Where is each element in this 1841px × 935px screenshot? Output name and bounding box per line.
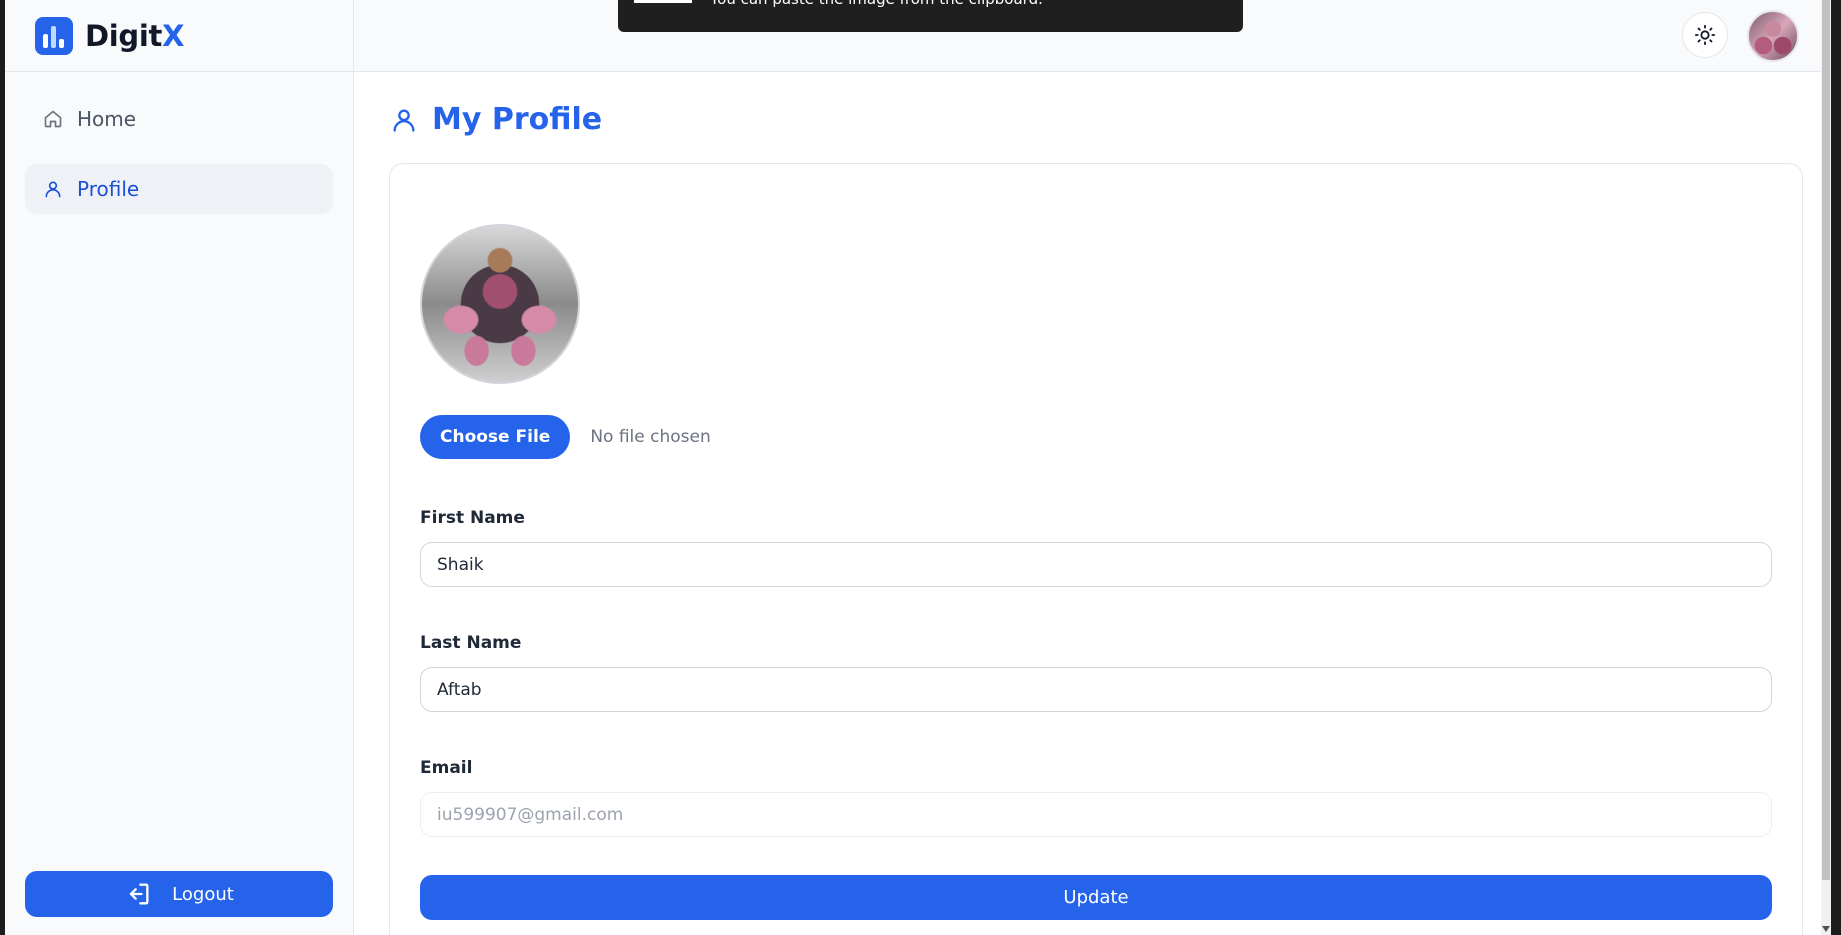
toast-message: You can paste the image from the clipboa… (710, 0, 1043, 8)
page-title: My Profile (390, 102, 602, 137)
profile-card: Choose File No file chosen First Name La… (389, 163, 1803, 935)
app-window: DigitX Home Profile Logout My Profile Ch… (5, 0, 1831, 935)
sidebar-item-profile[interactable]: Profile (25, 164, 333, 214)
user-icon (393, 109, 415, 132)
sidebar: DigitX Home Profile Logout (5, 0, 354, 935)
last-name-label: Last Name (420, 633, 522, 653)
profile-photo (420, 224, 580, 384)
scroll-down-arrow-icon[interactable] (1822, 926, 1830, 932)
first-name-field[interactable] (420, 542, 1772, 587)
logout-label: Logout (172, 883, 234, 905)
brand-name: DigitX (85, 19, 184, 53)
sidebar-item-label: Profile (77, 177, 140, 201)
home-icon (44, 110, 62, 128)
email-label: Email (420, 758, 473, 778)
toast-notification: You can paste the image from the clipboa… (618, 0, 1243, 32)
brand-name-accent: X (162, 18, 185, 53)
user-icon (45, 181, 61, 198)
update-button[interactable]: Update (420, 875, 1772, 920)
file-upload: Choose File No file chosen (420, 415, 711, 459)
theme-toggle-button[interactable] (1682, 12, 1728, 58)
toast-progress-bar (634, 0, 692, 3)
sidebar-nav: Home Profile (25, 94, 333, 234)
scrollbar-thumb[interactable] (1822, 0, 1830, 880)
sidebar-item-label: Home (77, 107, 137, 131)
logout-button[interactable]: Logout (25, 871, 333, 917)
sidebar-item-home[interactable]: Home (25, 94, 333, 144)
page-scrollbar[interactable] (1821, 0, 1831, 935)
choose-file-button[interactable]: Choose File (420, 415, 571, 459)
brand[interactable]: DigitX (5, 0, 354, 72)
last-name-field[interactable] (420, 667, 1772, 712)
logout-icon (130, 883, 149, 905)
page-title-text: My Profile (432, 102, 603, 137)
email-field[interactable] (420, 792, 1772, 837)
header-avatar[interactable] (1747, 10, 1799, 62)
first-name-label: First Name (420, 508, 525, 528)
main-content: My Profile Choose File No file chosen Fi… (354, 72, 1831, 935)
brand-logo-icon (35, 16, 73, 55)
brand-name-main: Digit (85, 18, 163, 53)
file-status-text: No file chosen (590, 427, 711, 447)
sun-icon (1694, 24, 1716, 46)
